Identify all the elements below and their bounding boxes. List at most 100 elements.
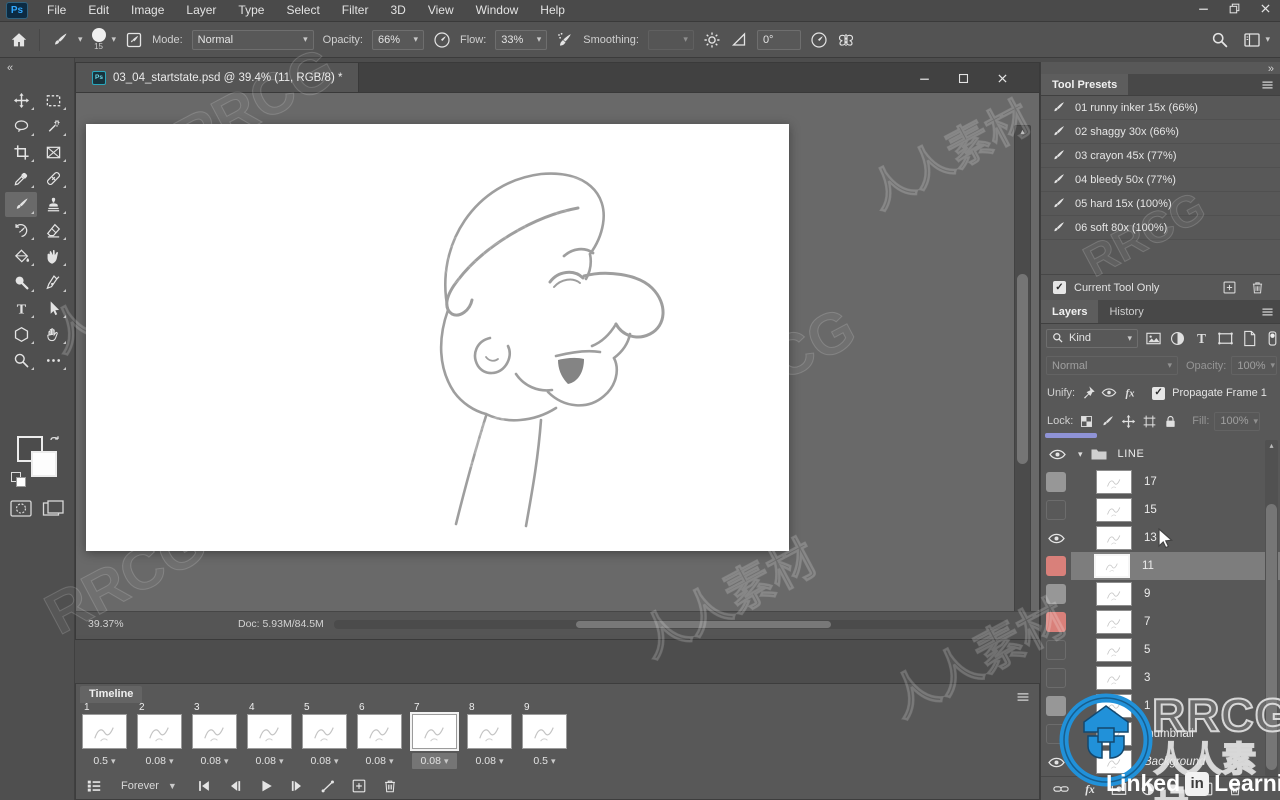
crop-tool[interactable] [5, 140, 37, 165]
tool-preset-item[interactable]: 02 shaggy 30x (66%) [1041, 120, 1280, 144]
minimize-icon[interactable] [918, 72, 931, 85]
frame-duration-select[interactable]: 0.08 ▾ [247, 753, 292, 769]
eraser-tool[interactable] [37, 218, 69, 243]
previous-frame-icon[interactable] [227, 778, 243, 794]
menu-file[interactable]: File [36, 0, 77, 21]
lock-artboard-icon[interactable] [1142, 414, 1157, 429]
delete-preset-icon[interactable] [1250, 280, 1265, 295]
scroll-up-icon[interactable]: ▴ [1015, 127, 1030, 136]
new-layer-icon[interactable] [1198, 781, 1214, 797]
layer-thumbnail[interactable] [1096, 470, 1132, 494]
tab-tool-presets[interactable]: Tool Presets [1041, 74, 1129, 95]
frame-tool[interactable] [37, 140, 69, 165]
menu-type[interactable]: Type [227, 0, 275, 21]
marquee-tool[interactable] [37, 88, 69, 113]
new-frame-icon[interactable] [351, 778, 367, 794]
chevron-down-icon[interactable]: ▾ [1078, 449, 1083, 460]
visibility-well[interactable] [1041, 472, 1071, 492]
layer-thumbnail[interactable] [1096, 638, 1132, 662]
layer-color-label-red[interactable] [1046, 612, 1066, 632]
layer-row[interactable]: 1 [1041, 692, 1280, 720]
magic-wand-tool[interactable] [37, 114, 69, 139]
layer-blend-mode-select[interactable]: Normal ▾ [1046, 356, 1178, 375]
collapse-toolbar-icon[interactable]: « [7, 62, 13, 74]
filter-adjustment-layers-icon[interactable] [1169, 330, 1186, 347]
visibility-well[interactable] [1041, 724, 1071, 744]
zoom-level-field[interactable]: 39.37% [88, 618, 148, 630]
tool-preset-item[interactable]: 05 hard 15x (100%) [1041, 192, 1280, 216]
frame-duration-select[interactable]: 0.08 ▾ [412, 753, 457, 769]
visibility-eye-icon[interactable] [1047, 532, 1066, 545]
kind-filter-select[interactable]: Kind ▾ [1046, 328, 1138, 348]
timeline-frame[interactable]: 5 0.08 ▾ [302, 701, 347, 769]
layer-color-label-gray[interactable] [1046, 584, 1066, 604]
panel-menu-icon[interactable] [1260, 305, 1275, 318]
first-frame-icon[interactable] [196, 778, 212, 794]
layer-group-row[interactable]: ▾ LINE [1041, 440, 1280, 468]
tool-preset-item[interactable]: 06 soft 80x (100%) [1041, 216, 1280, 240]
frame-thumbnail[interactable] [302, 714, 347, 749]
unify-style-icon[interactable]: fx [1122, 385, 1138, 401]
pen-pressure-size-icon[interactable] [810, 31, 828, 49]
adjustment-layer-icon[interactable] [1140, 781, 1156, 797]
pen-tool[interactable] [37, 270, 69, 295]
frame-duration-select[interactable]: 0.5 ▾ [522, 753, 567, 769]
dodge-tool[interactable] [5, 270, 37, 295]
horizontal-scrollbar[interactable] [334, 620, 1006, 629]
layer-color-label-gray[interactable] [1046, 696, 1066, 716]
frame-thumbnail[interactable] [247, 714, 292, 749]
timeline-frame[interactable]: 6 0.08 ▾ [357, 701, 402, 769]
scrollbar-thumb[interactable] [1266, 504, 1277, 770]
frame-duration-select[interactable]: 0.5 ▾ [82, 753, 127, 769]
gear-icon[interactable] [703, 31, 721, 49]
layer-row[interactable]: 9 [1041, 580, 1280, 608]
layer-color-label-gray[interactable] [1046, 472, 1066, 492]
menu-layer[interactable]: Layer [175, 0, 227, 21]
tool-preset-item[interactable]: 04 bleedy 50x (77%) [1041, 168, 1280, 192]
frame-thumbnail[interactable] [192, 714, 237, 749]
canvas[interactable] [86, 124, 789, 551]
timeline-frame[interactable]: 2 0.08 ▾ [137, 701, 182, 769]
symmetry-butterfly-icon[interactable] [837, 31, 855, 49]
brush-panel-toggle-icon[interactable] [125, 31, 143, 49]
close-icon[interactable] [996, 72, 1009, 85]
pen-pressure-opacity-icon[interactable] [433, 31, 451, 49]
paint-bucket-tool[interactable] [5, 244, 37, 269]
unify-position-icon[interactable] [1080, 385, 1096, 401]
delete-frame-icon[interactable] [382, 778, 398, 794]
layer-row[interactable]: 3 [1041, 664, 1280, 692]
layer-thumbnail[interactable] [1096, 610, 1132, 634]
visibility-well[interactable] [1041, 612, 1071, 632]
timeline-frame[interactable]: 8 0.08 ▾ [467, 701, 512, 769]
filter-smart-objects-icon[interactable] [1241, 330, 1258, 347]
frame-thumbnail[interactable] [357, 714, 402, 749]
background-color-swatch[interactable] [31, 451, 57, 477]
menu-image[interactable]: Image [120, 0, 175, 21]
layer-fill-select[interactable]: 100% ▾ [1214, 411, 1261, 431]
scrollbar-thumb[interactable] [1017, 274, 1028, 464]
layer-color-label-red[interactable] [1046, 556, 1066, 576]
layers-scrollbar[interactable]: ▴ [1265, 440, 1278, 776]
opacity-select[interactable]: 66% ▾ [372, 29, 424, 50]
vertical-scrollbar[interactable]: ▴ ▾ [1014, 125, 1031, 613]
visibility-well[interactable] [1041, 696, 1071, 716]
visibility-well[interactable] [1041, 756, 1071, 769]
blend-mode-select[interactable]: Normal ▾ [191, 29, 314, 50]
tab-layers[interactable]: Layers [1041, 300, 1099, 323]
layer-thumbnail[interactable] [1096, 526, 1132, 550]
menu-filter[interactable]: Filter [331, 0, 380, 21]
brush-preview[interactable]: 15 [91, 28, 106, 51]
lock-transparency-icon[interactable] [1079, 414, 1094, 429]
layer-thumbnail[interactable] [1096, 666, 1132, 690]
canvas-pasteboard[interactable]: ▴ ▾ [76, 93, 1039, 613]
shape-tool[interactable] [5, 322, 37, 347]
layer-style-icon[interactable]: fx [1082, 781, 1098, 797]
path-select-tool[interactable] [37, 296, 69, 321]
frame-thumbnail[interactable] [137, 714, 182, 749]
filter-shape-layers-icon[interactable] [1217, 330, 1234, 347]
screen-mode-icon[interactable] [42, 500, 64, 517]
scroll-up-icon[interactable]: ▴ [1265, 441, 1278, 450]
smudge-tool[interactable] [37, 244, 69, 269]
loop-select[interactable]: Forever ▼ [121, 780, 177, 792]
quick-mask-icon[interactable] [10, 500, 32, 517]
